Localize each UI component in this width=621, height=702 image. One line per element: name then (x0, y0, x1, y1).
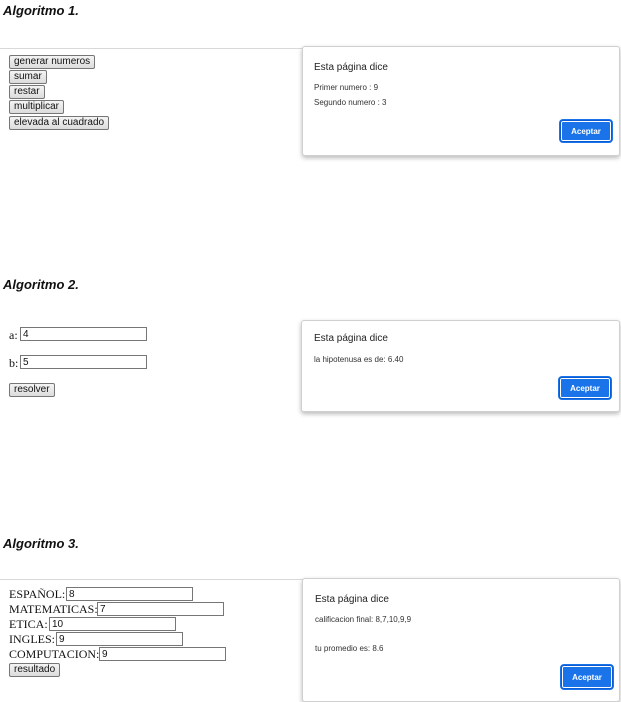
sumar-button[interactable]: sumar (9, 70, 47, 84)
section-2-heading: Algoritmo 2. (3, 277, 79, 292)
field-label-matematicas: MATEMATICAS: (9, 602, 98, 616)
section-3-heading: Algoritmo 3. (3, 536, 79, 551)
dialog-title: Esta página dice (314, 333, 388, 344)
restar-button[interactable]: restar (9, 85, 45, 99)
dialog-title: Esta página dice (314, 62, 388, 73)
resultado-button[interactable]: resultado (9, 663, 61, 677)
section-3-top-border (0, 579, 304, 580)
section-1-top-border (0, 48, 304, 49)
alert-dialog-2: Esta página dice la hipotenusa es de: 6.… (301, 320, 620, 412)
multiplicar-button[interactable]: multiplicar (9, 100, 65, 114)
dialog-title: Esta página dice (315, 594, 389, 605)
a-input[interactable] (20, 327, 147, 341)
dialog-message-line: tu promedio es: 8.6 (315, 644, 384, 653)
field-label-computacion: COMPUTACION: (9, 647, 100, 661)
alert-dialog-1: Esta página dice Primer numero : 9 Segun… (302, 46, 620, 156)
section-1-heading: Algoritmo 1. (3, 3, 79, 18)
generar-numeros-button[interactable]: generar numeros (9, 55, 96, 69)
dialog-message-line: la hipotenusa es de: 6.40 (314, 355, 404, 364)
matematicas-input[interactable] (97, 602, 224, 616)
field-label-espanol: ESPAÑOL: (9, 587, 66, 601)
field-label-b: b: (9, 356, 19, 370)
espanol-input[interactable] (66, 587, 193, 601)
dialog-message-line: Primer numero : 9 (314, 83, 379, 92)
etica-input[interactable] (49, 617, 176, 631)
alert-dialog-3: Esta página dice calificacion final: 8,7… (302, 578, 620, 702)
ingles-input[interactable] (56, 632, 183, 646)
accept-button[interactable]: Aceptar (559, 377, 611, 399)
field-label-ingles: INGLES: (9, 632, 55, 646)
b-input[interactable] (20, 355, 147, 369)
accept-button[interactable]: Aceptar (561, 665, 613, 689)
accept-button[interactable]: Aceptar (560, 120, 612, 142)
field-label-a: a: (9, 328, 18, 342)
dialog-message-line: calificacion final: 8,7,10,9,9 (315, 615, 412, 624)
elevada-al-cuadrado-button[interactable]: elevada al cuadrado (9, 116, 110, 130)
dialog-message-line: Segundo numero : 3 (314, 98, 387, 107)
resolver-button[interactable]: resolver (9, 383, 55, 397)
field-label-etica: ETICA: (9, 617, 48, 631)
computacion-input[interactable] (99, 647, 226, 661)
